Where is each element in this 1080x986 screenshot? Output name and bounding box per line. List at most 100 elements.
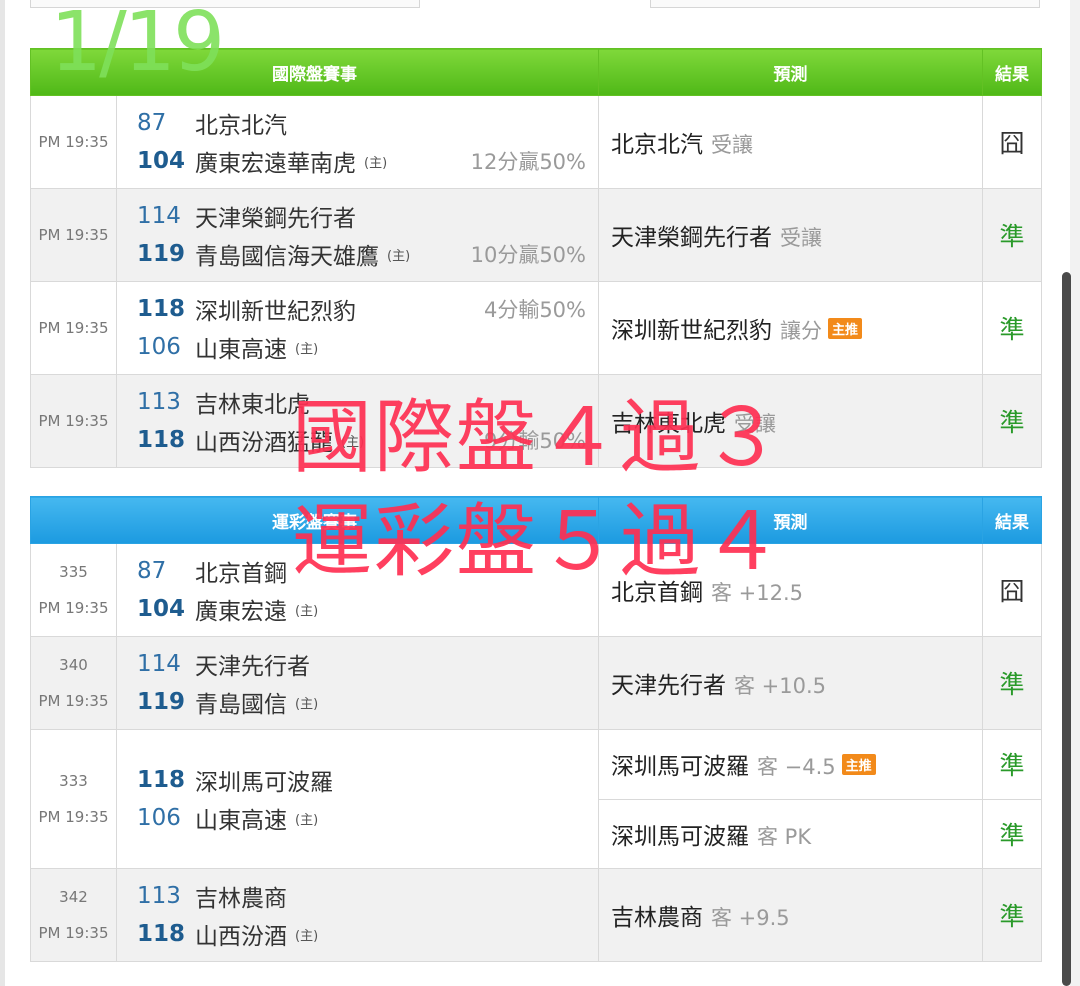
away-team: 天津榮鋼先行者 [195,206,356,232]
away-team: 吉林東北虎 [195,392,310,418]
handicap: 9分輸50% [483,429,586,453]
match-teams: 114 天津榮鋼先行者 119 青島國信海天雄鷹 (主) 10分贏50% [116,188,599,282]
prediction-team: 北京首鋼 [611,580,703,606]
handicap: 12分贏50% [470,150,586,174]
top-tab-left[interactable] [30,0,420,8]
result-mark: 準 [982,374,1042,468]
home-marker: (主) [295,812,319,828]
home-marker: (主) [295,603,319,619]
prediction-cell: 北京北汽 受讓 [598,95,983,189]
top-tab-strip [30,0,1040,8]
top-pick-badge: 主推 [841,754,876,776]
sport-header-match: 運彩盤賽事 [30,496,599,544]
match-info: 333 PM 19:35 [30,729,117,869]
match-time: PM 19:35 [38,924,109,942]
table-row: 335 PM 19:35 87 北京首鋼 104 廣東宏遠 (主) 北京首鋼客 +12.… [30,543,1042,637]
prediction-note: 受讓 [734,412,776,436]
match-time: PM 19:35 [38,692,109,710]
home-team: 廣東宏遠 [195,599,287,625]
sport-header-row: 運彩盤賽事 預測 結果 [30,496,1042,544]
match-time: PM 19:35 [38,808,109,826]
home-score: 106 [137,805,181,831]
home-marker: (主) [387,248,411,264]
prediction-team: 吉林東北虎 [611,411,726,437]
match-number: 333 [59,772,88,790]
prediction-cell: 北京首鋼客 +12.5 [598,543,983,637]
handicap: 10分贏50% [470,243,586,267]
intl-header-result: 結果 [982,48,1042,96]
match-number: 340 [59,656,88,674]
match-teams: 87 北京首鋼 104 廣東宏遠 (主) [116,543,599,637]
prediction-note: 客 −4.5 [757,755,836,780]
home-score: 106 [137,334,181,360]
intl-header-prediction: 預測 [598,48,983,96]
prediction-note: 客 PK [757,824,812,849]
prediction-cell: 深圳馬可波羅客 PK [598,798,983,869]
match-info: 340 PM 19:35 [30,636,117,730]
away-team: 深圳馬可波羅 [195,770,333,796]
prediction-note: 受讓 [780,226,822,250]
table-row: 342 PM 19:35 113 吉林農商 118 山西汾酒 (主) 吉林農商客 +9.… [30,868,1042,962]
result-mark: 準 [982,798,1042,869]
home-marker: (主) [364,155,388,171]
away-team: 北京北汽 [195,113,287,139]
home-team: 山東高速 [195,337,287,363]
match-teams: 113 吉林東北虎 118 山西汾酒猛龍 (主) 9分輸50% [116,374,599,468]
scrollbar-thumb[interactable] [1062,272,1071,986]
home-team: 山西汾酒 [195,924,287,950]
prediction-team: 天津先行者 [611,673,726,699]
home-team: 山西汾酒猛龍 [195,430,333,456]
result-mark: 準 [982,868,1042,962]
away-score: 114 [137,203,181,229]
home-score: 118 [137,427,186,453]
home-marker: (主) [295,928,319,944]
prediction-team: 深圳新世紀烈豹 [611,318,772,344]
top-pick-badge: 主推 [828,318,863,339]
match-info: 342 PM 19:35 [30,868,117,962]
table-row: PM 19:35 118 深圳新世紀烈豹 4分輸50% 106 山東高速 (主) 深圳新… [30,281,1042,375]
table-row: PM 19:35 87 北京北汽 104 廣東宏遠華南虎 (主) 12分贏50% 北京北… [30,95,1042,189]
page-right-gutter [1070,0,1080,986]
sport-header-result: 結果 [982,496,1042,544]
home-marker: (主) [295,341,319,357]
prediction-cell: 深圳新世紀烈豹 讓分 主推 [598,281,983,375]
match-teams: 118 深圳新世紀烈豹 4分輸50% 106 山東高速 (主) [116,281,599,375]
prediction-note: 客 +9.5 [711,906,790,930]
home-marker: (主) [295,696,319,712]
prediction-team: 天津榮鋼先行者 [611,225,772,251]
away-score: 114 [137,651,181,677]
intl-odds-table: 國際盤賽事 預測 結果 PM 19:35 87 北京北汽 104 廣東宏遠華南虎 (主… [30,48,1042,468]
top-tab-right[interactable] [650,0,1040,8]
home-marker: (主) [341,434,365,450]
away-team: 北京首鋼 [195,561,287,587]
prediction-cell: 深圳馬可波羅客 −4.5 主推 [598,729,983,800]
match-time: PM 19:35 [30,281,117,375]
match-time: PM 19:35 [38,599,109,617]
home-team: 廣東宏遠華南虎 [195,151,356,177]
away-score: 118 [137,767,186,793]
prediction-note: 客 +12.5 [711,581,804,605]
match-teams: 113 吉林農商 118 山西汾酒 (主) [116,868,599,962]
sport-header-prediction: 預測 [598,496,983,544]
home-team: 青島國信 [195,692,287,718]
prediction-note: 讓分 [780,319,822,343]
prediction-cell: 天津榮鋼先行者 受讓 [598,188,983,282]
match-time: PM 19:35 [30,188,117,282]
result-mark: 準 [982,729,1042,800]
away-score: 87 [137,558,167,584]
intl-header-match: 國際盤賽事 [30,48,599,96]
prediction-cell: 吉林東北虎 受讓 [598,374,983,468]
prediction-cell: 天津先行者客 +10.5 [598,636,983,730]
match-teams: 118 深圳馬可波羅 106 山東高速 (主) [116,729,599,869]
match-time: PM 19:35 [30,95,117,189]
away-team: 吉林農商 [195,886,287,912]
match-number: 335 [59,563,88,581]
away-team: 天津先行者 [195,654,310,680]
table-row: PM 19:35 113 吉林東北虎 118 山西汾酒猛龍 (主) 9分輸50% 吉林東… [30,374,1042,468]
away-score: 113 [137,883,181,909]
result-mark: 準 [982,636,1042,730]
home-team: 山東高速 [195,808,287,834]
prediction-team: 深圳馬可波羅 [611,823,749,850]
result-mark: 囧 [982,543,1042,637]
away-score: 87 [137,110,167,136]
